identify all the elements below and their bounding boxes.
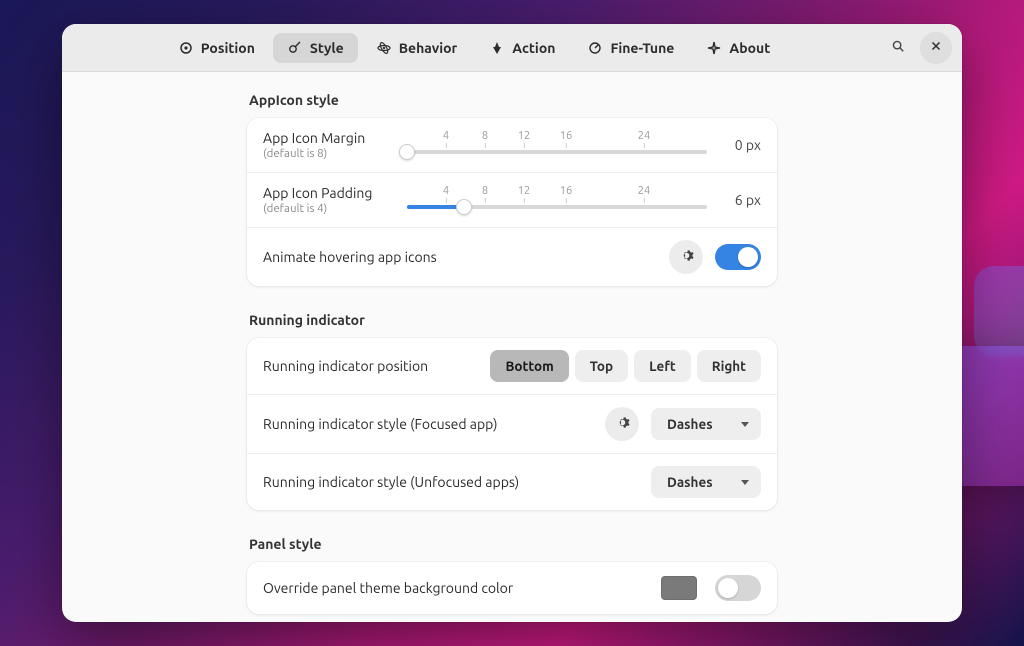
tab-behavior[interactable]: Behavior <box>362 33 472 63</box>
card: Running indicator position Bottom Top Le… <box>247 338 777 510</box>
gear-icon <box>615 415 630 434</box>
chevron-down-icon <box>741 422 749 427</box>
row-text: App Icon Padding (default is 4) <box>263 185 393 215</box>
view-switcher: Position Style Behavior <box>72 33 876 63</box>
slider-thumb[interactable] <box>456 199 472 215</box>
toggle-knob <box>738 247 758 267</box>
tab-label: Behavior <box>399 40 458 56</box>
slider-track <box>407 150 707 154</box>
card: Override panel theme background color <box>247 562 777 614</box>
tick: 24 <box>638 185 650 203</box>
card: App Icon Margin (default is 8) 4 8 12 16… <box>247 118 777 286</box>
tab-finetune[interactable]: Fine-Tune <box>573 33 688 63</box>
row-title: Override panel theme background color <box>263 580 513 596</box>
tab-label: About <box>729 40 770 56</box>
tick: 4 <box>443 185 449 203</box>
row-title: Animate hovering app icons <box>263 249 437 265</box>
row-running-position: Running indicator position Bottom Top Le… <box>247 338 777 395</box>
row-text: App Icon Margin (default is 8) <box>263 130 393 160</box>
segment-right[interactable]: Right <box>697 350 761 382</box>
group-appicon-style: AppIcon style App Icon Margin (default i… <box>247 92 777 286</box>
tick: 16 <box>560 130 572 148</box>
search-icon <box>891 39 905 57</box>
tab-action[interactable]: Action <box>475 33 569 63</box>
tab-position[interactable]: Position <box>164 33 269 63</box>
slider-value-label: 6 px <box>721 192 761 208</box>
row-animate-hover: Animate hovering app icons <box>247 228 777 286</box>
row-title: Running indicator style (Focused app) <box>263 416 498 432</box>
slider-value-label: 0 px <box>721 137 761 153</box>
group-title: AppIcon style <box>247 92 777 108</box>
row-running-style-unfocused: Running indicator style (Unfocused apps)… <box>247 454 777 510</box>
row-running-style-focused: Running indicator style (Focused app) Da… <box>247 395 777 454</box>
row-title: App Icon Margin <box>263 130 393 146</box>
segment-top[interactable]: Top <box>575 350 628 382</box>
gear-icon <box>679 248 694 267</box>
tab-label: Fine-Tune <box>610 40 674 56</box>
row-app-icon-padding: App Icon Padding (default is 4) 4 8 12 1… <box>247 173 777 228</box>
group-panel-style: Panel style Override panel theme backgro… <box>247 536 777 614</box>
dial-icon <box>587 40 603 56</box>
toggle-knob <box>718 578 738 598</box>
tick: 8 <box>482 185 488 203</box>
color-swatch[interactable] <box>661 576 697 600</box>
group-title: Panel style <box>247 536 777 552</box>
tick: 24 <box>638 130 650 148</box>
atom-icon <box>376 40 392 56</box>
dropdown-value: Dashes <box>667 416 713 432</box>
segment-left[interactable]: Left <box>634 350 691 382</box>
dropdown-unfocused-style[interactable]: Dashes <box>651 466 761 498</box>
close-button[interactable] <box>920 32 952 64</box>
tab-style[interactable]: Style <box>273 33 358 63</box>
preferences-window: Position Style Behavior <box>62 24 962 622</box>
chevron-down-icon <box>741 480 749 485</box>
tab-label: Position <box>201 40 255 56</box>
toggle-animate-hover[interactable] <box>715 244 761 270</box>
row-title: Running indicator position <box>263 358 428 374</box>
row-subtitle: (default is 4) <box>263 202 393 215</box>
close-icon <box>929 39 943 57</box>
segmented-running-position: Bottom Top Left Right <box>490 350 761 382</box>
tick: 8 <box>482 130 488 148</box>
slider-app-icon-padding[interactable]: 4 8 12 16 24 <box>407 185 707 215</box>
settings-button-focused-style[interactable] <box>605 407 639 441</box>
row-subtitle: (default is 8) <box>263 147 393 160</box>
target-icon <box>178 40 194 56</box>
tab-label: Action <box>512 40 555 56</box>
dropdown-focused-style[interactable]: Dashes <box>651 408 761 440</box>
segment-bottom[interactable]: Bottom <box>490 350 568 382</box>
content-scroll[interactable]: AppIcon style App Icon Margin (default i… <box>62 72 962 622</box>
dropdown-value: Dashes <box>667 474 713 490</box>
tab-label: Style <box>310 40 344 56</box>
slider-thumb[interactable] <box>399 144 415 160</box>
group-title: Running indicator <box>247 312 777 328</box>
tick: 4 <box>443 130 449 148</box>
row-app-icon-margin: App Icon Margin (default is 8) 4 8 12 16… <box>247 118 777 173</box>
slider-app-icon-margin[interactable]: 4 8 12 16 24 <box>407 130 707 160</box>
row-title: App Icon Padding <box>263 185 393 201</box>
toggle-override-bg[interactable] <box>715 575 761 601</box>
tick: 12 <box>518 185 530 203</box>
row-override-bg-color: Override panel theme background color <box>247 562 777 614</box>
tab-about[interactable]: About <box>692 33 784 63</box>
sparkle-icon <box>706 40 722 56</box>
search-button[interactable] <box>882 32 914 64</box>
settings-button-animate-hover[interactable] <box>669 240 703 274</box>
group-running-indicator: Running indicator Running indicator posi… <box>247 312 777 510</box>
brush-icon <box>287 40 303 56</box>
headerbar: Position Style Behavior <box>62 24 962 72</box>
desktop-background: Position Style Behavior <box>0 0 1024 646</box>
row-title: Running indicator style (Unfocused apps) <box>263 474 519 490</box>
wallpaper-decoration <box>974 266 1024 356</box>
tick: 16 <box>560 185 572 203</box>
pin-icon <box>489 40 505 56</box>
tick: 12 <box>518 130 530 148</box>
